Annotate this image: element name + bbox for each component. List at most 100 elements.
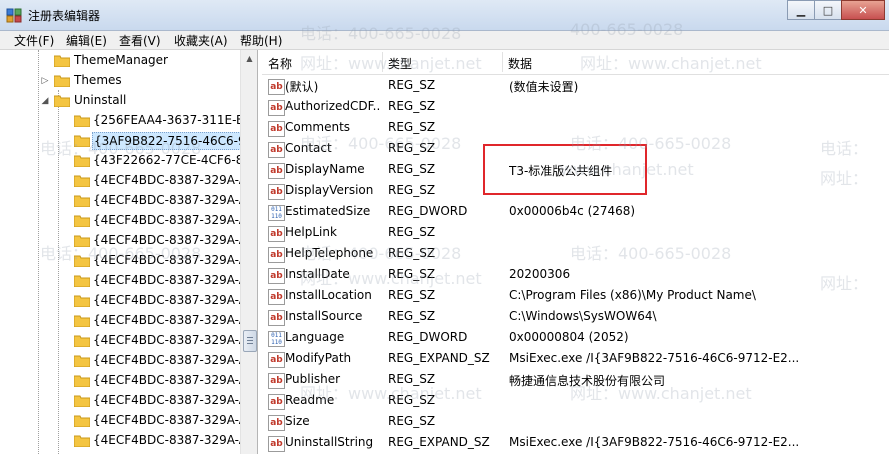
value-type: REG_SZ	[388, 78, 436, 92]
value-name: AuthorizedCDF...	[285, 99, 381, 113]
minimize-button[interactable]: ▁	[787, 0, 815, 20]
tree-item-label: {4ECF4BDC-8387-329A-A	[93, 193, 240, 207]
value-name: EstimatedSize	[285, 204, 371, 218]
registry-tree: ThemeManager ▷ Themes ◢ Uninstall {256FE…	[0, 50, 258, 454]
menu-edit[interactable]: 编辑(E)	[66, 32, 107, 49]
value-name: InstallLocation	[285, 288, 372, 302]
string-value-icon: ab	[268, 184, 285, 200]
tree-item-key[interactable]: {43F22662-77CE-4CF6-8E	[0, 151, 240, 171]
tree-item-key[interactable]: {4ECF4BDC-8387-329A-A	[0, 211, 240, 231]
string-value-icon: ab	[268, 163, 285, 179]
tree-expander[interactable]	[40, 55, 50, 67]
tree-item-key[interactable]: {4ECF4BDC-8387-329A-A	[0, 231, 240, 251]
folder-icon	[74, 375, 90, 387]
arrow-up-icon: ▲	[246, 54, 253, 63]
tree-item-key[interactable]: {4ECF4BDC-8387-329A-A	[0, 291, 240, 311]
table-row[interactable]: ab (默认) REG_SZ (数值未设置)	[262, 76, 889, 97]
tree-item-label: {256FEAA4-3637-311E-B4	[93, 113, 240, 127]
tree-item-key[interactable]: {4ECF4BDC-8387-329A-A	[0, 191, 240, 211]
scroll-thumb[interactable]	[243, 330, 257, 352]
table-row[interactable]: ab HelpLink REG_SZ	[262, 223, 889, 244]
tree-item-thememanager[interactable]: ThemeManager	[0, 51, 240, 71]
tree-item-key[interactable]: {4ECF4BDC-8387-329A-A	[0, 171, 240, 191]
list-header: 名称 类型 数据	[262, 50, 889, 75]
table-row[interactable]: 011 110 Language REG_DWORD 0x00000804 (20…	[262, 328, 889, 349]
tree-item-label: {4ECF4BDC-8387-329A-A	[93, 213, 240, 227]
table-row[interactable]: ab AuthorizedCDF... REG_SZ	[262, 97, 889, 118]
string-value-icon: ab	[268, 373, 285, 389]
tree-item-key-selected[interactable]: {3AF9B822-7516-46C6-97	[0, 131, 240, 151]
value-name: Comments	[285, 120, 351, 134]
string-value-icon: ab	[268, 247, 285, 263]
column-header-type[interactable]: 类型	[388, 55, 412, 72]
collapse-icon[interactable]: ◢	[40, 95, 50, 107]
menu-bar: 文件(F) 编辑(E) 查看(V) 收藏夹(A) 帮助(H)	[0, 31, 889, 50]
column-divider[interactable]	[382, 52, 383, 72]
scroll-up-button[interactable]: ▲	[241, 50, 257, 67]
value-type: REG_SZ	[388, 309, 436, 323]
tree-scrollbar[interactable]: ▲	[240, 50, 257, 454]
table-row[interactable]: 011 110 EstimatedSize REG_DWORD 0x00006b4…	[262, 202, 889, 223]
column-divider[interactable]	[502, 52, 503, 72]
value-name: HelpLink	[285, 225, 337, 239]
table-row[interactable]: ab Comments REG_SZ	[262, 118, 889, 139]
value-name: InstallDate	[285, 267, 350, 281]
grip-line	[247, 343, 253, 344]
table-row[interactable]: ab Size REG_SZ	[262, 412, 889, 433]
folder-icon	[74, 315, 90, 327]
tree-item-key[interactable]: {4ECF4BDC-8387-329A-A	[0, 391, 240, 411]
value-type: REG_EXPAND_SZ	[388, 351, 490, 365]
table-row[interactable]: ab InstallSource REG_SZ C:\Windows\SysWO…	[262, 307, 889, 328]
table-row[interactable]: ab Readme REG_SZ	[262, 391, 889, 412]
grip-line	[247, 337, 253, 338]
table-row[interactable]: ab ModifyPath REG_EXPAND_SZ MsiExec.exe …	[262, 349, 889, 370]
folder-icon	[74, 195, 90, 207]
value-data: 畅捷通信息技术股份有限公司	[509, 374, 666, 388]
tree-item-uninstall[interactable]: ◢ Uninstall	[0, 91, 240, 111]
tree-item-key[interactable]: {4ECF4BDC-8387-329A-A	[0, 411, 240, 431]
table-row[interactable]: ab InstallDate REG_SZ 20200306	[262, 265, 889, 286]
value-name: DisplayName	[285, 162, 365, 176]
tree-item-label: {43F22662-77CE-4CF6-8E	[93, 153, 240, 167]
close-button[interactable]: ✕	[841, 0, 885, 20]
value-data: MsiExec.exe /I{3AF9B822-7516-46C6-9712-E…	[509, 351, 800, 365]
table-row[interactable]: ab HelpTelephone REG_SZ	[262, 244, 889, 265]
tree-item-key[interactable]: {4ECF4BDC-8387-329A-A	[0, 331, 240, 351]
table-row[interactable]: ab Publisher REG_SZ 畅捷通信息技术股份有限公司	[262, 370, 889, 391]
tree-item-label: {4ECF4BDC-8387-329A-A	[93, 353, 240, 367]
tree-item-label: {4ECF4BDC-8387-329A-A	[93, 413, 240, 427]
maximize-button[interactable]: □	[814, 0, 842, 20]
minimize-icon: ▁	[796, 3, 806, 17]
value-name: Size	[285, 414, 310, 428]
tree-item-key[interactable]: {4ECF4BDC-8387-329A-A	[0, 371, 240, 391]
folder-icon	[74, 395, 90, 407]
value-data: (数值未设置)	[509, 80, 579, 94]
folder-icon	[74, 355, 90, 367]
value-type: REG_SZ	[388, 99, 436, 113]
folder-icon	[74, 275, 90, 287]
tree-item-label: {4ECF4BDC-8387-329A-A	[93, 293, 240, 307]
column-header-name[interactable]: 名称	[268, 55, 292, 72]
value-type: REG_SZ	[388, 414, 436, 428]
tree-item-key[interactable]: {256FEAA4-3637-311E-B4	[0, 111, 240, 131]
menu-favorites[interactable]: 收藏夹(A)	[174, 32, 228, 49]
table-row[interactable]: ab InstallLocation REG_SZ C:\Program Fil…	[262, 286, 889, 307]
menu-help[interactable]: 帮助(H)	[240, 32, 282, 49]
tree-item-key[interactable]: {4ECF4BDC-8387-329A-A	[0, 251, 240, 271]
menu-view[interactable]: 查看(V)	[119, 32, 161, 49]
menu-file[interactable]: 文件(F)	[14, 32, 54, 49]
table-row[interactable]: ab UninstallString REG_EXPAND_SZ MsiExec…	[262, 433, 889, 454]
tree-item-key[interactable]: {4ECF4BDC-8387-329A-A	[0, 311, 240, 331]
column-header-data[interactable]: 数据	[508, 55, 532, 72]
tree-item-key[interactable]: {4ECF4BDC-8387-329A-A	[0, 431, 240, 451]
tree-item-key[interactable]: {4ECF4BDC-8387-329A-A	[0, 271, 240, 291]
folder-icon	[74, 415, 90, 427]
string-value-icon: ab	[268, 394, 285, 410]
folder-icon	[74, 155, 90, 167]
folder-open-icon	[54, 95, 70, 107]
expand-icon[interactable]: ▷	[40, 75, 50, 87]
tree-item-label: {4ECF4BDC-8387-329A-A	[93, 333, 240, 347]
tree-item-key[interactable]: {4ECF4BDC-8387-329A-A	[0, 351, 240, 371]
tree-item-label: {3AF9B822-7516-46C6-97	[92, 132, 240, 150]
tree-item-themes[interactable]: ▷ Themes	[0, 71, 240, 91]
